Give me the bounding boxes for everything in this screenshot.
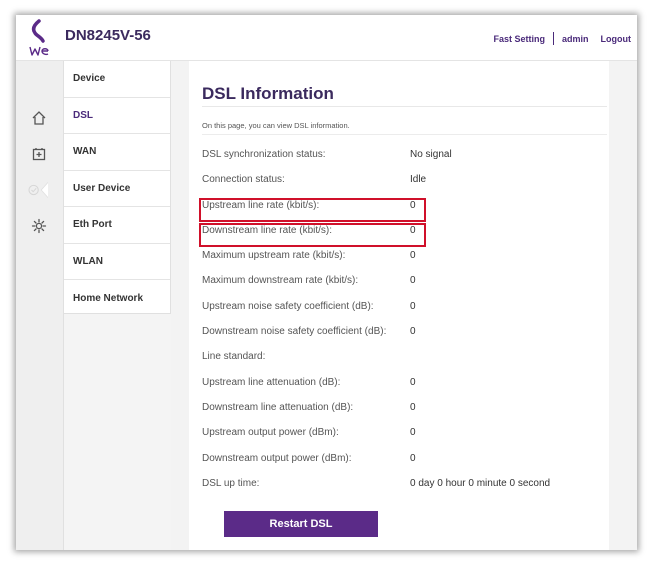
menu-item-label: WAN (73, 146, 97, 158)
description-divider (202, 134, 607, 135)
menu-item-wlan[interactable]: WLAN (64, 244, 170, 280)
menu-item-label: Eth Port (73, 219, 112, 231)
row-label: Upstream output power (dBm): (202, 427, 339, 439)
menu-item-dsl[interactable]: DSL (64, 98, 170, 134)
check-icon[interactable] (26, 179, 48, 201)
row-label: Upstream noise safety coefficient (dB): (202, 300, 374, 312)
page-title: DSL Information (202, 84, 334, 103)
row-value: 0 (410, 427, 416, 439)
row-value: 0 (410, 326, 416, 338)
gear-icon[interactable] (28, 215, 50, 237)
highlight-box-downstream (199, 223, 426, 247)
home-icon[interactable] (28, 107, 50, 129)
menu-item-label: User Device (73, 182, 131, 194)
icon-rail (16, 61, 64, 550)
nav-divider (552, 32, 554, 45)
submenu: Device DSL WAN User Device Eth Port WLAN… (64, 61, 171, 314)
row-label: Upstream line attenuation (dB): (202, 376, 341, 388)
menu-item-label: WLAN (73, 255, 103, 267)
row-label: Maximum downstream rate (kbit/s): (202, 275, 359, 287)
menu-item-home-network[interactable]: Home Network (64, 280, 170, 317)
info-row-dsl-up-time: DSL up time: 0 day 0 hour 0 minute 0 seco… (202, 478, 607, 503)
logout-link[interactable]: Logout (601, 34, 632, 44)
info-row-line-standard: Line standard: (202, 351, 607, 376)
submenu-background (64, 314, 171, 550)
row-value: 0 (410, 275, 416, 287)
row-label: Line standard: (202, 351, 266, 363)
row-label: Downstream line attenuation (dB): (202, 401, 354, 413)
info-row-upstream-attenuation: Upstream line attenuation (dB): 0 (202, 377, 607, 402)
info-row-sync-status: DSL synchronization status: No signal (202, 149, 607, 174)
menu-item-label: Device (73, 73, 106, 85)
menu-item-user-device[interactable]: User Device (64, 171, 170, 207)
add-device-icon[interactable] (28, 143, 50, 165)
row-value: Idle (410, 174, 427, 186)
row-label: DSL up time: (202, 477, 260, 489)
info-row-upstream-power: Upstream output power (dBm): 0 (202, 427, 607, 452)
we-logo (29, 19, 49, 56)
menu-item-eth-port[interactable]: Eth Port (64, 207, 170, 244)
menu-item-wan[interactable]: WAN (64, 134, 170, 171)
row-value: 0 day 0 hour 0 minute 0 second (410, 477, 551, 489)
row-value: 0 (410, 401, 416, 413)
menu-item-label: DSL (73, 109, 93, 121)
row-label: Maximum upstream rate (kbit/s): (202, 250, 346, 262)
device-model: DN8245V-56 (65, 27, 151, 44)
user-link[interactable]: admin (562, 34, 589, 44)
row-label: Downstream noise safety coefficient (dB)… (202, 326, 387, 338)
page-description: On this page, you can view DSL informati… (202, 121, 350, 130)
row-value: 0 (410, 250, 416, 262)
highlight-box-upstream (199, 198, 426, 222)
top-nav: Fast Setting admin Logout (493, 32, 631, 45)
info-row-connection-status: Connection status: Idle (202, 174, 607, 199)
header-bar: DN8245V-56 Fast Setting admin Logout (16, 15, 637, 61)
restart-dsl-button[interactable]: Restart DSL (224, 511, 378, 537)
row-label: DSL synchronization status: (202, 149, 326, 160)
info-row-downstream-attenuation: Downstream line attenuation (dB): 0 (202, 402, 607, 427)
menu-item-device[interactable]: Device (64, 61, 170, 98)
info-row-downstream-noise: Downstream noise safety coefficient (dB)… (202, 326, 607, 351)
fast-setting-link[interactable]: Fast Setting (493, 34, 545, 44)
info-row-upstream-noise: Upstream noise safety coefficient (dB): 0 (202, 301, 607, 326)
row-label: Downstream output power (dBm): (202, 452, 352, 464)
info-row-max-downstream-rate: Maximum downstream rate (kbit/s): 0 (202, 275, 607, 300)
info-row-max-upstream-rate: Maximum upstream rate (kbit/s): 0 (202, 250, 607, 275)
info-row-downstream-power: Downstream output power (dBm): 0 (202, 453, 607, 478)
row-value: 0 (410, 452, 416, 464)
menu-item-label: Home Network (73, 292, 144, 304)
row-value: No signal (410, 149, 452, 160)
row-label: Connection status: (202, 174, 285, 186)
dsl-info-panel: DSL Information On this page, you can vi… (189, 61, 609, 550)
title-divider (202, 106, 607, 107)
router-admin-window: DN8245V-56 Fast Setting admin Logout Dev… (16, 15, 637, 550)
row-value: 0 (410, 300, 416, 312)
main-content: DSL Information On this page, you can vi… (171, 61, 637, 550)
row-value: 0 (410, 376, 416, 388)
